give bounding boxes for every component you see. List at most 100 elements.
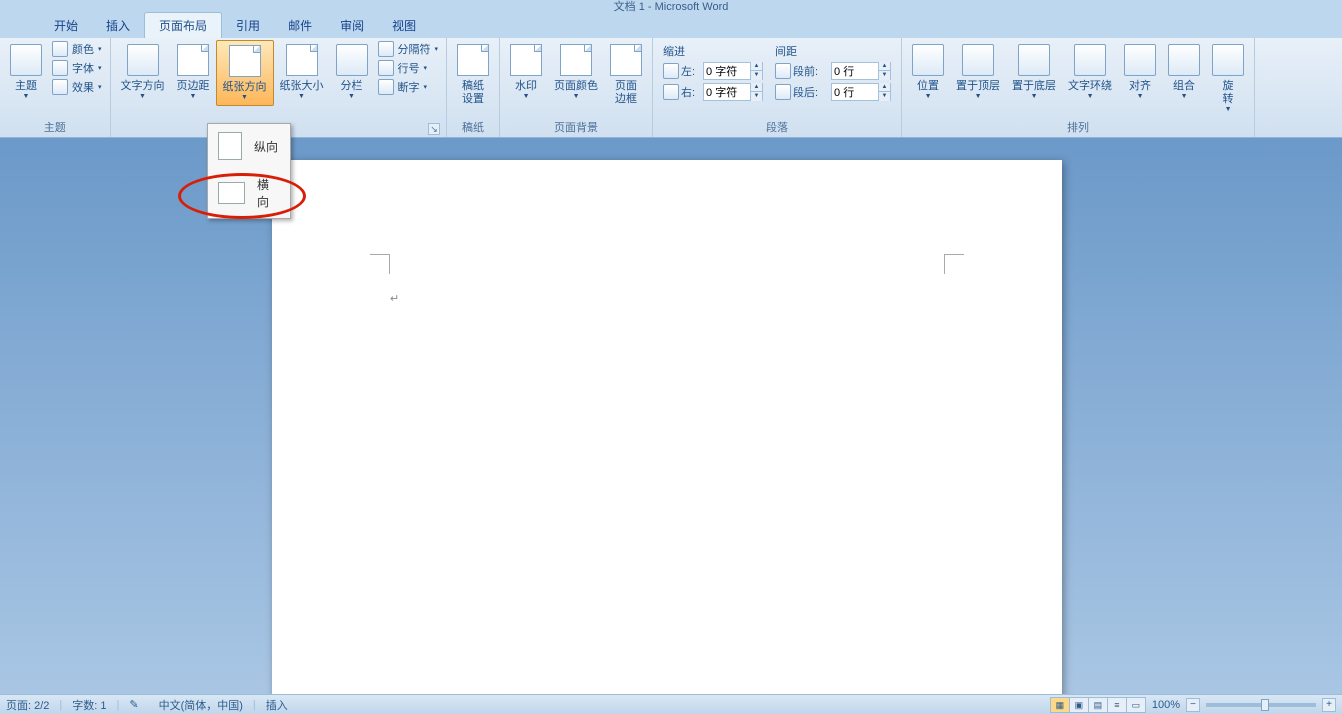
columns-button[interactable]: 分栏▼ <box>330 40 374 104</box>
indent-right-icon <box>663 84 679 100</box>
group-manuscript: 稿纸 设置 稿纸 <box>447 38 500 137</box>
spin-up-icon[interactable]: ▲ <box>750 62 762 71</box>
margins-icon <box>177 44 209 76</box>
breaks-button[interactable]: 分隔符▾ <box>374 40 443 58</box>
columns-icon <box>336 44 368 76</box>
tab-mailings[interactable]: 邮件 <box>274 13 326 38</box>
zoom-thumb[interactable] <box>1261 699 1269 711</box>
indent-left-input[interactable]: ▲▼ <box>703 62 763 80</box>
spin-up-icon[interactable]: ▲ <box>878 83 890 92</box>
hyphenation-label: 断字 <box>398 79 420 95</box>
watermark-label: 水印 <box>515 80 537 93</box>
qat-save-icon[interactable] <box>32 0 50 12</box>
zoom-out-button[interactable]: − <box>1186 698 1200 712</box>
status-word-count[interactable]: 字数: 1 <box>72 697 106 713</box>
title-bar: 文档 1 - Microsoft Word <box>0 0 1342 12</box>
tab-view[interactable]: 视图 <box>378 13 430 38</box>
spacing-after-icon <box>775 84 791 100</box>
fonts-icon <box>52 60 68 76</box>
orientation-icon <box>229 45 261 77</box>
tab-review[interactable]: 审阅 <box>326 13 378 38</box>
spacing-after-label: 段后: <box>793 84 829 100</box>
orientation-menu: 纵向 横向 <box>207 123 291 219</box>
page-setup-launcher[interactable]: ↘ <box>428 123 440 135</box>
spin-down-icon[interactable]: ▼ <box>750 71 762 80</box>
spin-down-icon[interactable]: ▼ <box>878 92 890 101</box>
chevron-down-icon: ▼ <box>23 93 30 100</box>
theme-colors-label: 颜色 <box>72 41 94 57</box>
hyphenation-button[interactable]: 断字▾ <box>374 78 443 96</box>
qat-redo-icon[interactable] <box>76 0 94 12</box>
tab-references[interactable]: 引用 <box>222 13 274 38</box>
size-button[interactable]: 纸张大小▼ <box>274 40 330 104</box>
rotate-button[interactable]: 旋 转▼ <box>1206 40 1250 117</box>
indent-left-icon <box>663 63 679 79</box>
theme-effects-label: 效果 <box>72 79 94 95</box>
align-label: 对齐 <box>1129 80 1151 93</box>
send-back-button[interactable]: 置于底层▼ <box>1006 40 1062 104</box>
line-numbers-button[interactable]: 行号▾ <box>374 59 443 77</box>
themes-button[interactable]: 主题 ▼ <box>4 40 48 104</box>
theme-fonts-button[interactable]: 字体▾ <box>48 59 106 77</box>
spin-down-icon[interactable]: ▼ <box>878 71 890 80</box>
theme-colors-button[interactable]: 颜色▾ <box>48 40 106 58</box>
theme-effects-button[interactable]: 效果▾ <box>48 78 106 96</box>
orientation-landscape-item[interactable]: 横向 <box>208 168 290 218</box>
align-button[interactable]: 对齐▼ <box>1118 40 1162 104</box>
view-outline-button[interactable]: ≡ <box>1107 697 1127 713</box>
spacing-before-label: 段前: <box>793 63 829 79</box>
status-insert-mode[interactable]: 插入 <box>266 697 288 713</box>
page-color-button[interactable]: 页面颜色▼ <box>548 40 604 104</box>
watermark-button[interactable]: 水印▼ <box>504 40 548 104</box>
office-button[interactable] <box>8 0 28 12</box>
spacing-after-input[interactable]: ▲▼ <box>831 83 891 101</box>
view-full-screen-button[interactable]: ▣ <box>1069 697 1089 713</box>
indent-right-input[interactable]: ▲▼ <box>703 83 763 101</box>
document-page[interactable]: ↵ <box>272 160 1062 694</box>
status-language[interactable]: 中文(简体，中国) <box>159 697 243 713</box>
rotate-icon <box>1212 44 1244 76</box>
breaks-label: 分隔符 <box>398 41 431 57</box>
zoom-slider[interactable] <box>1206 703 1316 707</box>
margins-button[interactable]: 页边距▼ <box>171 40 216 104</box>
group-arrange: 位置▼ 置于顶层▼ 置于底层▼ 文字环绕▼ 对齐▼ 组合▼ 旋 转▼ 排列 <box>902 38 1255 137</box>
spacing-before-input[interactable]: ▲▼ <box>831 62 891 80</box>
themes-label: 主题 <box>15 80 37 93</box>
line-numbers-icon <box>378 60 394 76</box>
orientation-portrait-item[interactable]: 纵向 <box>208 124 290 168</box>
spin-up-icon[interactable]: ▲ <box>878 62 890 71</box>
spin-up-icon[interactable]: ▲ <box>750 83 762 92</box>
wrap-text-button[interactable]: 文字环绕▼ <box>1062 40 1118 104</box>
group-objects-button[interactable]: 组合▼ <box>1162 40 1206 104</box>
spin-down-icon[interactable]: ▼ <box>750 92 762 101</box>
document-area[interactable]: ↵ <box>0 138 1342 694</box>
status-page[interactable]: 页面: 2/2 <box>6 697 49 713</box>
position-button[interactable]: 位置▼ <box>906 40 950 104</box>
tab-page-layout[interactable]: 页面布局 <box>144 12 222 38</box>
manuscript-button[interactable]: 稿纸 设置 <box>451 40 495 110</box>
view-print-layout-button[interactable]: ▦ <box>1050 697 1070 713</box>
view-draft-button[interactable]: ▭ <box>1126 697 1146 713</box>
page-color-label: 页面颜色 <box>554 80 598 93</box>
send-back-label: 置于底层 <box>1012 80 1056 93</box>
wrap-text-icon <box>1074 44 1106 76</box>
page-borders-label: 页面 边框 <box>615 80 637 106</box>
page-borders-button[interactable]: 页面 边框 <box>604 40 648 110</box>
view-web-layout-button[interactable]: ▤ <box>1088 697 1108 713</box>
bring-front-button[interactable]: 置于顶层▼ <box>950 40 1006 104</box>
rotate-label: 旋 转 <box>1223 80 1234 106</box>
tab-home[interactable]: 开始 <box>40 13 92 38</box>
text-direction-button[interactable]: 文字方向▼ <box>115 40 171 104</box>
status-proofing-icon[interactable]: ✎ <box>129 698 138 711</box>
orientation-button[interactable]: 纸张方向▼ <box>216 40 274 106</box>
zoom-level[interactable]: 100% <box>1152 699 1180 711</box>
wrap-text-label: 文字环绕 <box>1068 80 1112 93</box>
indent-left-label: 左: <box>681 63 701 79</box>
margins-label: 页边距 <box>177 80 210 93</box>
orientation-landscape-label: 横向 <box>257 176 280 210</box>
zoom-in-button[interactable]: + <box>1322 698 1336 712</box>
qat-undo-icon[interactable] <box>54 0 72 12</box>
group-paragraph-label: 段落 <box>657 117 897 137</box>
tab-insert[interactable]: 插入 <box>92 13 144 38</box>
group-paragraph: 缩进 左: ▲▼ 右: ▲▼ 间距 段前: ▲▼ <box>653 38 902 137</box>
